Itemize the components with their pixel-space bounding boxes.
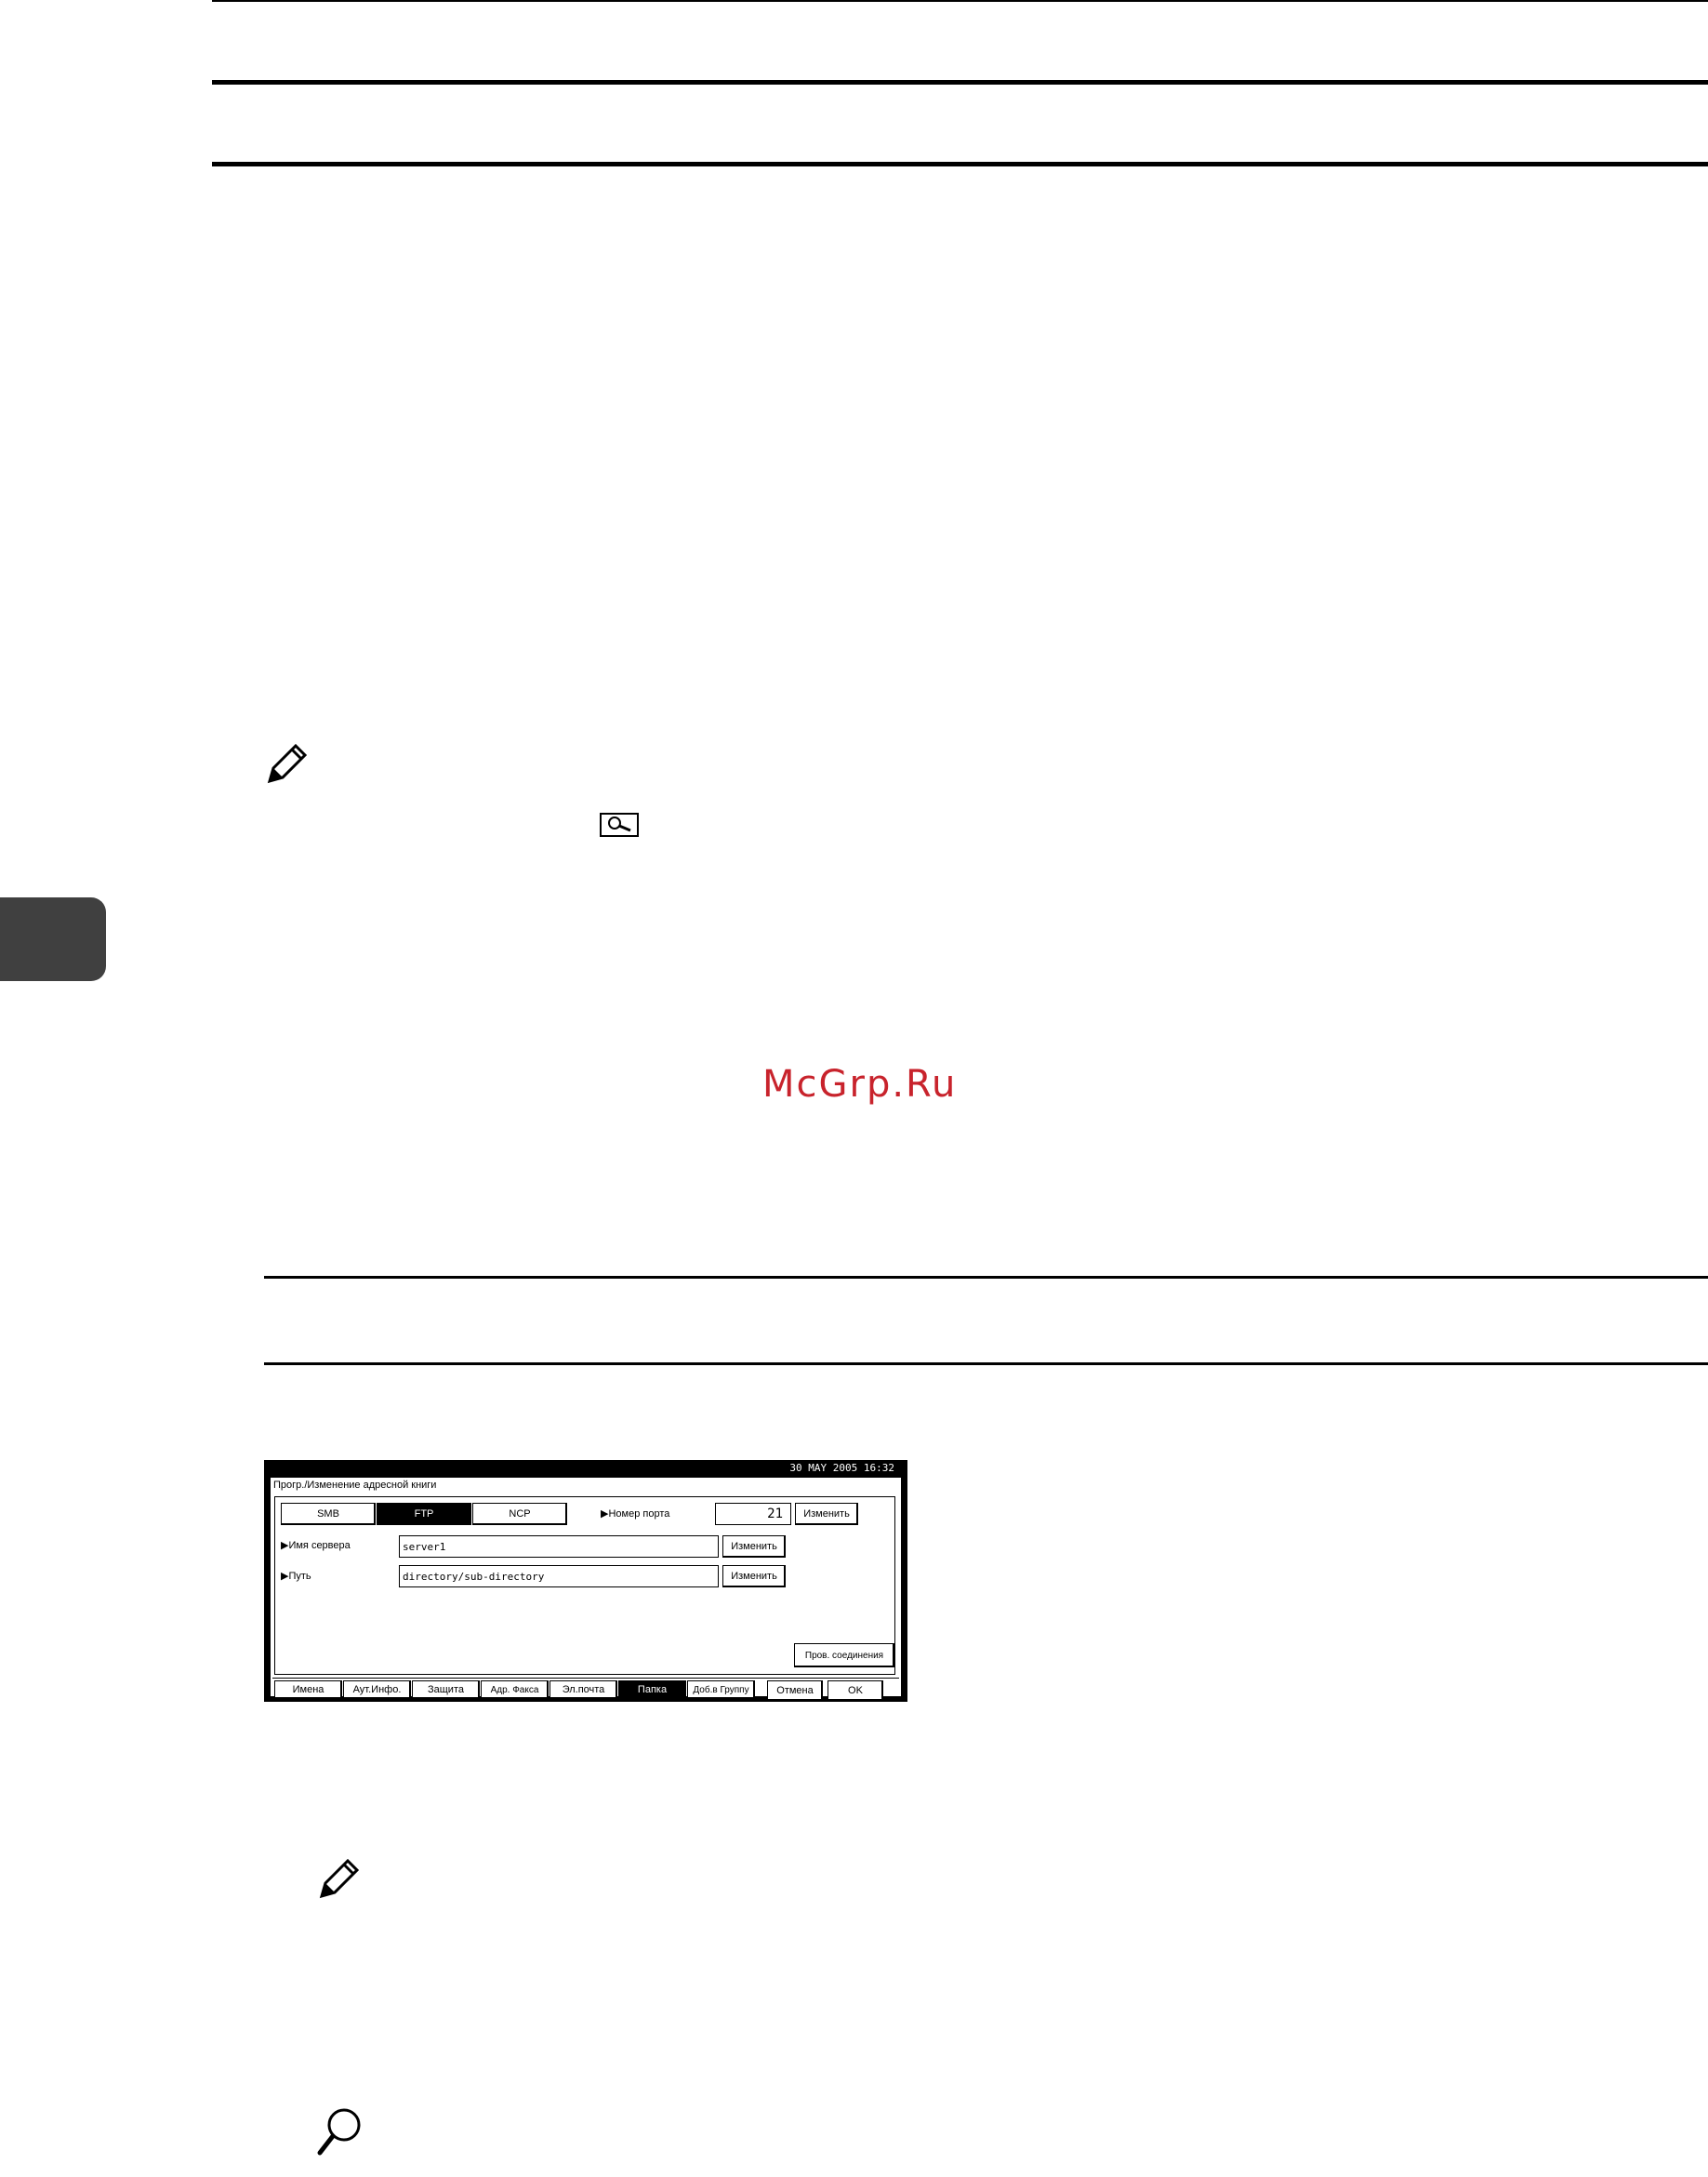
server-change-button[interactable]: Изменить [722, 1535, 786, 1558]
panel-datetime: 30 MAY 2005 16:32 [789, 1462, 894, 1474]
protocol-smb-button[interactable]: SMB [281, 1503, 376, 1525]
note-pencil-icon [314, 1855, 361, 1902]
connection-test-button[interactable]: Пров. соединения [794, 1643, 894, 1667]
reference-magnifier-icon [314, 2104, 370, 2160]
path-label: ▶Путь [281, 1571, 311, 1582]
tab-folder[interactable]: Папка [618, 1680, 686, 1699]
header-rule-thick-2 [212, 162, 1708, 166]
tab-fax-address[interactable]: Адр. Факса [481, 1680, 549, 1699]
server-field[interactable]: server1 [399, 1535, 719, 1558]
port-label: ▶Номер порта [601, 1508, 670, 1520]
port-change-button[interactable]: Изменить [795, 1503, 858, 1525]
bottom-tab-bar: Имена Аут.Инфо. Защита Адр. Факса Эл.поч… [272, 1678, 899, 1701]
tab-add-to-group[interactable]: Доб.в Группу [687, 1680, 755, 1699]
chapter-side-tab [0, 897, 106, 981]
tab-protection[interactable]: Защита [412, 1680, 480, 1699]
section-rule-bottom [264, 1362, 1708, 1365]
panel-frame: SMB FTP NCP ▶Номер порта 21 Изменить ▶Им… [274, 1496, 895, 1675]
panel-status-bar: 30 MAY 2005 16:32 [264, 1460, 907, 1476]
tab-email[interactable]: Эл.почта [549, 1680, 617, 1699]
protocol-ncp-button[interactable]: NCP [472, 1503, 567, 1525]
path-change-button[interactable]: Изменить [722, 1565, 786, 1587]
port-value: 21 [767, 1507, 783, 1521]
tab-auth-info[interactable]: Аут.Инфо. [343, 1680, 411, 1699]
watermark: McGrp.Ru [762, 1063, 958, 1106]
note-pencil-icon [262, 740, 309, 787]
cancel-button[interactable]: Отмена [767, 1680, 823, 1701]
address-book-panel-screenshot: 30 MAY 2005 16:32 Прогр./Изменение адрес… [264, 1460, 907, 1702]
tab-names[interactable]: Имена [274, 1680, 342, 1699]
port-value-field[interactable]: 21 [715, 1503, 791, 1525]
reference-magnifier-icon [600, 813, 639, 837]
header-top-rule [212, 0, 1708, 2]
section-rule-top [264, 1276, 1708, 1279]
protocol-ftp-button[interactable]: FTP [377, 1503, 471, 1525]
panel-content: Прогр./Изменение адресной книги SMB FTP … [270, 1477, 902, 1701]
path-field[interactable]: directory/sub-directory [399, 1565, 719, 1587]
ok-button[interactable]: OK [828, 1680, 883, 1701]
panel-title: Прогр./Изменение адресной книги [273, 1480, 437, 1491]
header-rule-thick-1 [212, 80, 1708, 85]
server-label: ▶Имя сервера [281, 1540, 351, 1551]
